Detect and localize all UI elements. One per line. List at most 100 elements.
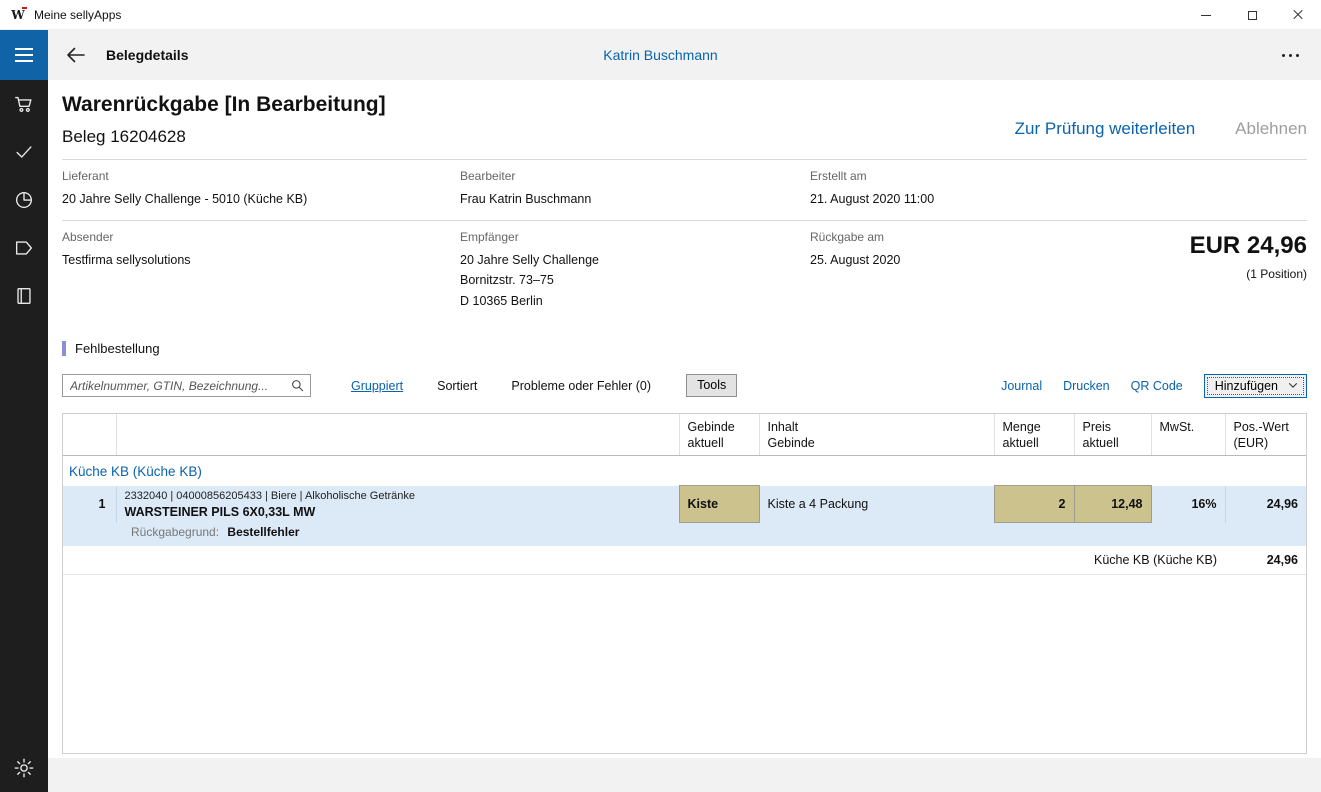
article-search [62, 374, 311, 397]
field-empfaenger: Empfänger 20 Jahre Selly Challenge Borni… [460, 230, 810, 312]
menu-button[interactable] [0, 30, 48, 80]
pie-chart-icon [13, 189, 35, 211]
maximize-icon [1248, 11, 1257, 20]
chevron-down-icon [1288, 382, 1298, 389]
pos-wert-cell: 24,96 [1225, 486, 1306, 523]
hamburger-icon [15, 48, 33, 50]
field-value: Frau Katrin Buschmann [460, 189, 810, 210]
sidebar-nav [0, 80, 48, 792]
preis-cell[interactable]: 12,48 [1074, 486, 1151, 523]
back-button[interactable] [60, 39, 92, 71]
field-label: Empfänger [460, 230, 810, 244]
minimize-icon [1201, 15, 1211, 16]
positions-table: Gebinde aktuell Inhalt Gebinde Menge akt… [62, 413, 1307, 754]
return-reason-row: Rückgabegrund: Bestellfehler [63, 523, 1306, 547]
col-header-empty [63, 414, 116, 456]
window-titlebar: W Meine sellyApps [0, 0, 1321, 30]
sidebar-item-approvals[interactable] [0, 128, 48, 176]
current-user-link[interactable]: Katrin Buschmann [603, 47, 717, 63]
field-value: 25. August 2020 [810, 250, 1190, 271]
col-header-inhalt: Inhalt Gebinde [759, 414, 994, 456]
document-number: Beleg 16204628 [62, 127, 386, 147]
window-title: Meine sellyApps [34, 8, 121, 22]
page-title: Belegdetails [106, 47, 188, 63]
maximize-button[interactable] [1229, 0, 1275, 30]
app-logo-icon: W [10, 7, 26, 23]
search-input[interactable] [63, 379, 290, 393]
mwst-cell: 16% [1151, 486, 1225, 523]
problems-filter[interactable]: Probleme oder Fehler (0) [511, 379, 651, 393]
journal-link[interactable]: Journal [1001, 379, 1042, 393]
col-header-article [116, 414, 679, 456]
field-label: Absender [62, 230, 460, 244]
tab-fehlbestellung[interactable]: Fehlbestellung [62, 341, 1307, 356]
tab-indicator [62, 341, 66, 356]
group-header-label: Küche KB (Küche KB) [63, 456, 1306, 486]
minimize-button[interactable] [1183, 0, 1229, 30]
row-number: 1 [63, 486, 116, 523]
search-icon [290, 378, 305, 393]
menge-cell[interactable]: 2 [994, 486, 1074, 523]
ellipsis-icon [1282, 54, 1285, 57]
table-row[interactable]: 1 2332040 | 04000856205433 | Biere | Alk… [63, 486, 1306, 523]
back-arrow-icon [64, 43, 88, 67]
address-line: D 10365 Berlin [460, 291, 810, 312]
app-logo-letter: W [11, 9, 24, 21]
info-row-1: Lieferant 20 Jahre Selly Challenge - 501… [62, 160, 1307, 220]
reason-label: Rückgabegrund: [131, 525, 219, 539]
group-header-row[interactable]: Küche KB (Küche KB) [63, 456, 1306, 486]
bottom-strip [48, 758, 1321, 792]
print-link[interactable]: Drucken [1063, 379, 1110, 393]
sidebar-item-settings[interactable] [0, 744, 48, 792]
table-header-row: Gebinde aktuell Inhalt Gebinde Menge akt… [63, 414, 1306, 456]
col-header-pos-wert: Pos.-Wert (EUR) [1225, 414, 1306, 456]
article-name: WARSTEINER PILS 6X0,33L MW [125, 505, 671, 519]
summary-value: 24,96 [1225, 546, 1306, 575]
gear-icon [13, 757, 35, 779]
field-value: Testfirma sellysolutions [62, 250, 460, 271]
tag-icon [13, 237, 35, 259]
forward-for-review-button[interactable]: Zur Prüfung weiterleiten [1015, 119, 1195, 139]
sidebar-item-orders[interactable] [0, 80, 48, 128]
field-lieferant: Lieferant 20 Jahre Selly Challenge - 501… [62, 169, 460, 210]
reason-value: Bestellfehler [227, 525, 299, 539]
main-content: Warenrückgabe [In Bearbeitung] Beleg 162… [48, 80, 1321, 792]
app-header: Belegdetails Katrin Buschmann [0, 30, 1321, 80]
address-line: 20 Jahre Selly Challenge [460, 250, 810, 271]
article-meta: 2332040 | 04000856205433 | Biere | Alkoh… [125, 490, 671, 502]
total-amount: EUR 24,96 [1190, 232, 1307, 260]
app-logo-accent [22, 7, 27, 9]
sidebar-item-journal[interactable] [0, 272, 48, 320]
col-header-mwst: MwSt. [1151, 414, 1225, 456]
add-button[interactable]: Hinzufügen [1204, 374, 1307, 398]
field-value: 21. August 2020 11:00 [810, 189, 1307, 210]
sidebar-item-labels[interactable] [0, 224, 48, 272]
tools-button[interactable]: Tools [686, 374, 737, 397]
address-line: Bornitzstr. 73–75 [460, 270, 810, 291]
field-label: Erstellt am [810, 169, 1307, 183]
summary-label: Küche KB (Küche KB) [63, 546, 1225, 575]
cart-icon [13, 93, 35, 115]
check-icon [13, 141, 35, 163]
sorted-toggle[interactable]: Sortiert [437, 379, 477, 393]
close-button[interactable] [1275, 0, 1321, 30]
document-title: Warenrückgabe [In Bearbeitung] [62, 93, 386, 117]
sidebar-item-statistics[interactable] [0, 176, 48, 224]
document-total: EUR 24,96 (1 Position) [1190, 230, 1307, 312]
field-value: 20 Jahre Selly Challenge - 5010 (Küche K… [62, 189, 460, 210]
field-label: Lieferant [62, 169, 460, 183]
reject-button[interactable]: Ablehnen [1235, 119, 1307, 139]
grouped-toggle[interactable]: Gruppiert [351, 379, 403, 393]
field-value: 20 Jahre Selly Challenge Bornitzstr. 73–… [460, 250, 810, 312]
inhalt-cell: Kiste a 4 Packung [759, 486, 994, 523]
field-absender: Absender Testfirma sellysolutions [62, 230, 460, 312]
info-row-2: Absender Testfirma sellysolutions Empfän… [62, 221, 1307, 322]
article-cell: 2332040 | 04000856205433 | Biere | Alkoh… [116, 486, 679, 523]
more-options-button[interactable] [1276, 46, 1305, 65]
qr-code-link[interactable]: QR Code [1131, 379, 1183, 393]
field-rueckgabe-am: Rückgabe am 25. August 2020 [810, 230, 1190, 312]
tab-label: Fehlbestellung [75, 341, 160, 356]
add-button-label: Hinzufügen [1215, 379, 1278, 393]
gebinde-cell[interactable]: Kiste [679, 486, 759, 523]
col-header-gebinde: Gebinde aktuell [679, 414, 759, 456]
